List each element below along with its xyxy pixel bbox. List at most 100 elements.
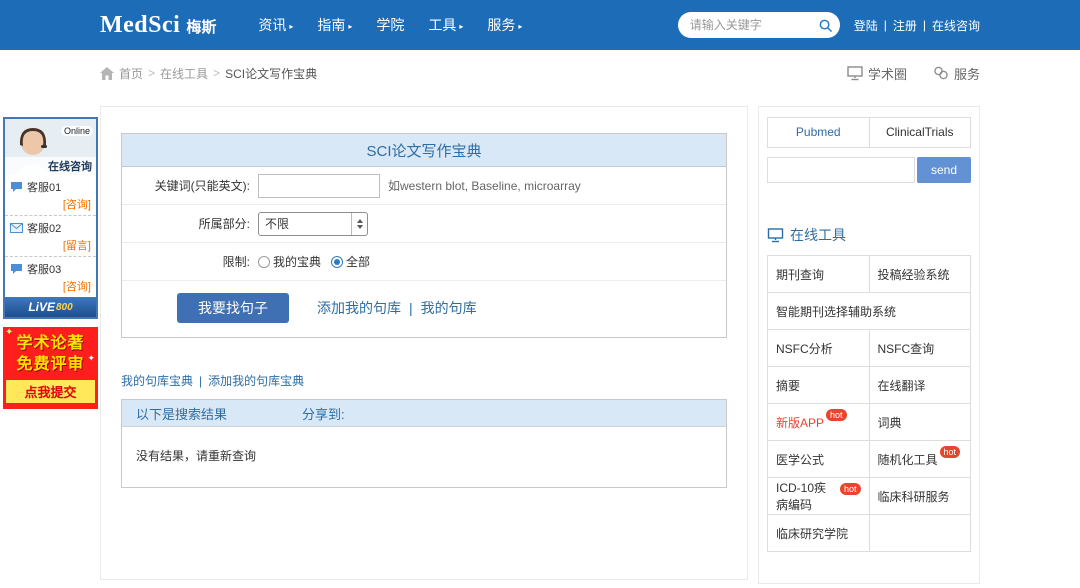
send-button[interactable]: send: [917, 157, 971, 183]
top-navbar: MedSci 梅斯 资讯▸ 指南▸ 学院 工具▸ 服务▸ 登陆 | 注册 | 在…: [0, 0, 1080, 50]
chevron-icon: ▸: [289, 22, 293, 31]
panel-title: SCI论文写作宝典: [122, 134, 726, 167]
agent-action-link[interactable]: [留言]: [10, 237, 91, 253]
main-nav: 资讯▸ 指南▸ 学院 工具▸ 服务▸: [258, 15, 522, 35]
nav-item-guides[interactable]: 指南▸: [317, 15, 352, 35]
section-select[interactable]: 不限: [258, 212, 368, 236]
radio-all-label[interactable]: 全部: [346, 253, 370, 270]
home-icon: [100, 67, 114, 80]
agent-action-link[interactable]: [咨询]: [10, 196, 91, 212]
breadcrumb-separator: >: [213, 66, 220, 80]
chevron-icon: ▸: [348, 22, 352, 31]
agent-name: 客服03: [27, 261, 61, 277]
sparkle-icon: ✦: [5, 327, 13, 338]
my-corpus-link[interactable]: 我的句库: [421, 298, 477, 318]
hot-badge: hot: [940, 446, 961, 458]
keyword-hint: 如western blot, Baseline, microarray: [388, 177, 581, 194]
agent-action-link[interactable]: [咨询]: [10, 278, 91, 294]
auth-link[interactable]: 登陆: [854, 17, 878, 34]
right-sidebar: Pubmed ClinicalTrials send 在线工具 期刊查询 投稿经…: [758, 106, 980, 584]
promo-text-line2: 免费评审: [6, 354, 95, 375]
db-search-input[interactable]: [767, 157, 915, 183]
add-corpus-treasury-link[interactable]: 添加我的句库宝典: [208, 372, 304, 389]
radio-my-treasury-label[interactable]: 我的宝典: [273, 253, 321, 270]
breadcrumb-home[interactable]: 首页: [119, 65, 143, 82]
agent-photo: Online 在线咨询: [5, 119, 96, 175]
tab-pubmed[interactable]: Pubmed: [768, 118, 869, 147]
sparkle-icon: ✦: [87, 353, 95, 364]
nav-item-services[interactable]: 服务▸: [487, 15, 522, 35]
empty-results-text: 没有结果，请重新查询: [136, 449, 256, 463]
add-my-corpus-link[interactable]: 添加我的句库: [317, 298, 401, 318]
breadcrumb-separator: >: [148, 66, 155, 80]
tool-clinical-research-academy[interactable]: 临床研究学院: [768, 515, 869, 551]
agent-item[interactable]: 客服02 [留言]: [5, 216, 96, 257]
topbar-search: [678, 12, 840, 38]
separator: |: [884, 18, 887, 32]
limit-radio-group: 我的宝典 全部: [258, 253, 380, 270]
keyword-label: 关键词(只能英文):: [122, 177, 258, 194]
monitor-icon: [847, 66, 863, 81]
sci-writing-form: SCI论文写作宝典 关键词(只能英文): 如western blot, Base…: [121, 133, 727, 338]
section-label: 所属部分:: [122, 215, 258, 232]
tool-empty-cell: [869, 515, 971, 551]
tool-randomization-tool[interactable]: 随机化工具hot: [869, 441, 971, 477]
keyword-input[interactable]: [258, 174, 380, 198]
auth-link[interactable]: 在线咨询: [932, 17, 980, 34]
online-tools-header: 在线工具: [767, 225, 971, 245]
results-header-label: 以下是搜索结果: [136, 404, 227, 423]
breadcrumb-online-tools[interactable]: 在线工具: [160, 65, 208, 82]
tool-submission-experience-system[interactable]: 投稿经验系统: [869, 256, 971, 292]
tab-clinicaltrials[interactable]: ClinicalTrials: [869, 118, 971, 147]
service-link[interactable]: 服务: [933, 64, 980, 83]
agent-item[interactable]: 客服01 [咨询]: [5, 175, 96, 216]
treasury-links: 我的句库宝典 | 添加我的句库宝典: [121, 372, 727, 389]
breadcrumb: 首页 > 在线工具 > SCI论文写作宝典 学术圈 服务: [100, 50, 980, 96]
computer-icon: [767, 228, 784, 243]
chat-bubble-icon: [10, 263, 23, 275]
tool-nsfc-analysis[interactable]: NSFC分析: [768, 330, 869, 366]
medsci-logo[interactable]: MedSci 梅斯: [100, 12, 216, 39]
logo-text-cn: 梅斯: [186, 16, 216, 37]
auth-link[interactable]: 注册: [893, 17, 917, 34]
promo-text-line1: 学术论著: [6, 333, 95, 354]
tool-nsfc-query[interactable]: NSFC查询: [869, 330, 971, 366]
auth-links: 登陆 | 注册 | 在线咨询: [854, 17, 980, 34]
chevron-icon: ▸: [518, 22, 522, 31]
tool-icd10-codes[interactable]: ICD-10疾病编码hot: [768, 478, 869, 514]
select-arrows-icon: [351, 213, 367, 235]
search-input[interactable]: [690, 18, 818, 32]
search-results-panel: 以下是搜索结果 分享到: 没有结果，请重新查询: [121, 399, 727, 488]
hot-badge: hot: [826, 409, 847, 421]
tool-clinical-research-service[interactable]: 临床科研服务: [869, 478, 971, 514]
tool-journal-query[interactable]: 期刊查询: [768, 256, 869, 292]
agent-name: 客服02: [27, 220, 61, 236]
my-corpus-treasury-link[interactable]: 我的句库宝典: [121, 372, 193, 389]
agent-item[interactable]: 客服03 [咨询]: [5, 257, 96, 297]
share-to-label: 分享到:: [302, 404, 345, 423]
chevron-icon: ▸: [459, 22, 463, 31]
tool-new-app[interactable]: 新版APPhot: [768, 404, 869, 440]
tool-smart-journal-selection[interactable]: 智能期刊选择辅助系统: [768, 293, 970, 329]
online-consult-label: 在线咨询: [5, 157, 96, 175]
radio-my-treasury[interactable]: [258, 256, 270, 268]
customer-service-widget: Online 在线咨询 客服01 [咨询] 客服02 [留言]: [3, 117, 98, 409]
radio-all[interactable]: [331, 256, 343, 268]
tool-medical-formula[interactable]: 医学公式: [768, 441, 869, 477]
main-content-panel: SCI论文写作宝典 关键词(只能英文): 如western blot, Base…: [100, 106, 748, 580]
find-sentence-button[interactable]: 我要找句子: [177, 293, 289, 323]
promo-banner[interactable]: ✦ ✦ 学术论著 免费评审 点我提交: [3, 327, 98, 409]
nav-item-academy[interactable]: 学院: [376, 15, 404, 35]
tool-dictionary[interactable]: 词典: [869, 404, 971, 440]
nav-item-news[interactable]: 资讯▸: [258, 15, 293, 35]
tool-abstract[interactable]: 摘要: [768, 367, 869, 403]
academic-circle-link[interactable]: 学术圈: [847, 64, 907, 83]
tool-online-translation[interactable]: 在线翻译: [869, 367, 971, 403]
breadcrumb-current: SCI论文写作宝典: [225, 65, 317, 82]
nav-item-tools[interactable]: 工具▸: [428, 15, 463, 35]
promo-submit-button[interactable]: 点我提交: [6, 380, 95, 403]
search-icon[interactable]: [818, 18, 833, 33]
chat-bubble-icon: [10, 181, 23, 193]
agent-name: 客服01: [27, 179, 61, 195]
online-status-label: Online: [61, 126, 93, 136]
